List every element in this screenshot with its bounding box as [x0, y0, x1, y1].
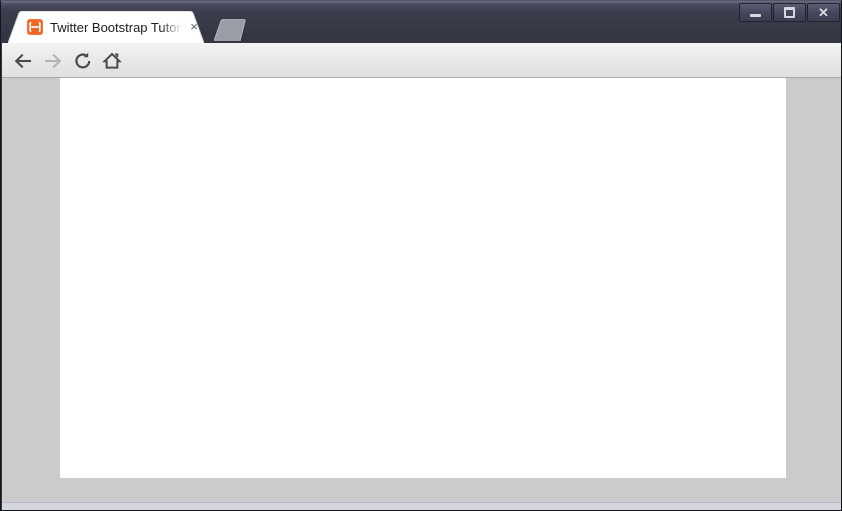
- forward-arrow-icon: [44, 53, 62, 69]
- back-button[interactable]: [10, 49, 36, 73]
- close-icon: ✕: [818, 5, 829, 20]
- reload-icon: [75, 52, 91, 69]
- page-content: [60, 78, 786, 478]
- home-button[interactable]: [99, 49, 125, 73]
- restore-button[interactable]: [773, 3, 806, 22]
- window-controls: ✕: [739, 3, 840, 22]
- restore-icon: [784, 7, 795, 18]
- reload-button[interactable]: [70, 49, 96, 73]
- browser-window: Twitter Bootstrap Tutorial × ✕: [0, 0, 842, 511]
- minimize-button[interactable]: [739, 3, 772, 22]
- page-viewport: [2, 78, 841, 502]
- close-button[interactable]: ✕: [807, 3, 840, 22]
- new-tab-button[interactable]: [213, 19, 250, 42]
- tab-title: Twitter Bootstrap Tutorial: [50, 20, 182, 35]
- window-bottom-strip: [2, 502, 841, 510]
- bootstrap-favicon-icon: [27, 19, 43, 35]
- back-arrow-icon: [14, 53, 32, 69]
- minimize-icon: [750, 13, 761, 17]
- tab-close-icon[interactable]: ×: [186, 19, 202, 35]
- new-tab-icon: [213, 19, 246, 42]
- home-icon: [102, 52, 122, 69]
- tab-strip: Twitter Bootstrap Tutorial × ✕: [1, 1, 841, 43]
- browser-toolbar: localhost/tutorials/bootstrap/index1.htm…: [2, 43, 841, 115]
- forward-button: [40, 49, 66, 73]
- browser-tab[interactable]: Twitter Bootstrap Tutorial ×: [8, 11, 204, 43]
